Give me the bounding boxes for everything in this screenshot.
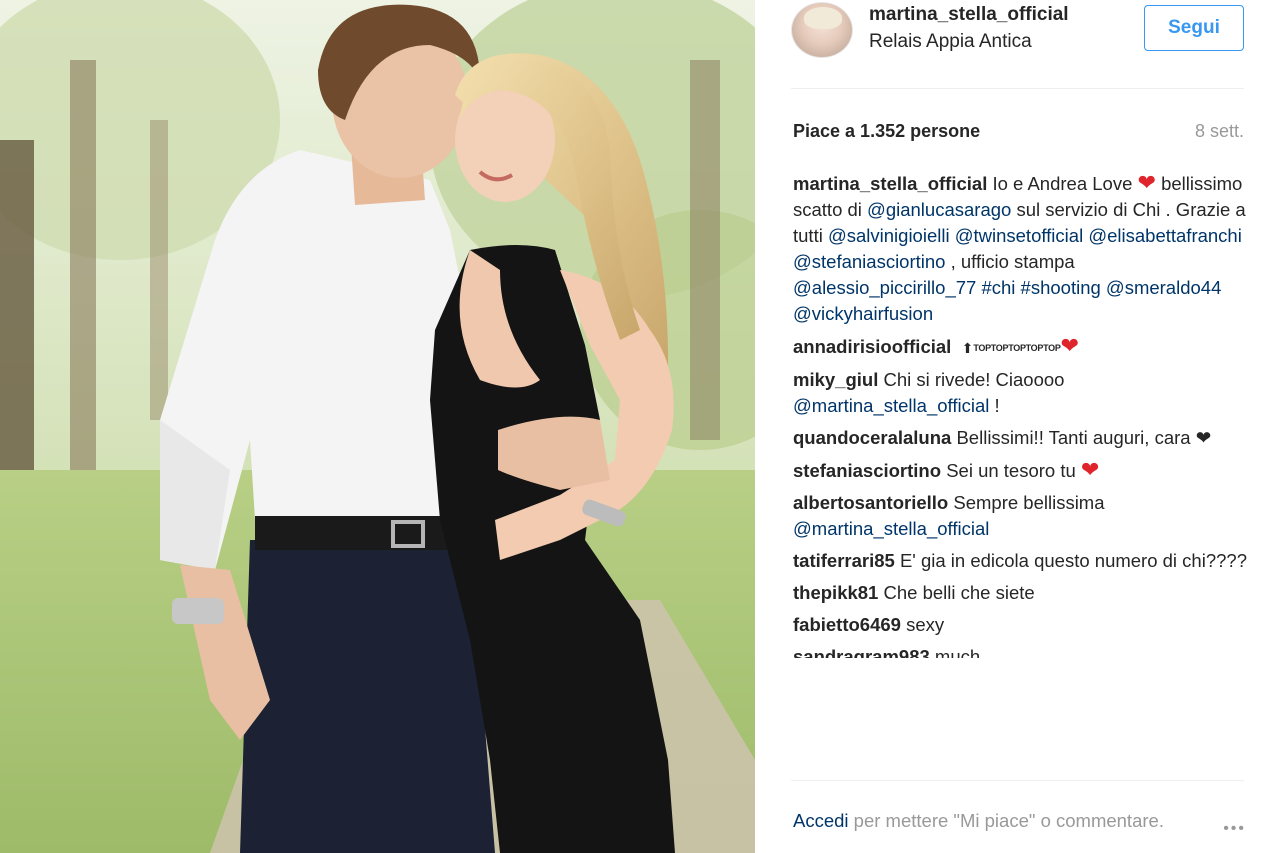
more-options-button[interactable]: •••	[1223, 820, 1246, 838]
comment-item: fabietto6469 sexy	[793, 612, 1248, 638]
caption-text: Io e Andrea Love	[987, 173, 1138, 194]
comment-item: tatiferrari85 E' gia in edicola questo n…	[793, 548, 1248, 574]
mention-link[interactable]: @twinsetofficial	[955, 225, 1083, 246]
comment-item: albertosantoriello Sempre bellissima @ma…	[793, 490, 1248, 542]
post-header: martina_stella_official Relais Appia Ant…	[755, 0, 1280, 88]
comment-text: sexy	[906, 614, 945, 635]
login-prompt-text: per mettere "Mi piace" o commentare.	[848, 810, 1164, 831]
mention-link[interactable]: @gianlucasarago	[867, 199, 1011, 220]
heart-icon: ❤	[1080, 457, 1100, 482]
comment-item: sandragram983 much	[793, 644, 1248, 658]
mention-link[interactable]: @vickyhairfusion	[793, 303, 933, 324]
comment-author[interactable]: stefaniasciortino	[793, 460, 941, 481]
mention-link[interactable]: @elisabettafranchi	[1088, 225, 1242, 246]
post-time-ago[interactable]: 8 sett.	[1195, 121, 1244, 142]
comment-author[interactable]: albertosantoriello	[793, 492, 948, 513]
heart-icon: ❤	[1060, 333, 1079, 358]
comment-author[interactable]: fabietto6469	[793, 614, 901, 635]
comment-author[interactable]: quandoceralaluna	[793, 427, 951, 448]
hashtag-link[interactable]: #shooting	[1021, 277, 1101, 298]
mention-link[interactable]: @salvinigioielli	[828, 225, 950, 246]
header-divider	[791, 88, 1244, 89]
couple-photo-illustration	[0, 0, 755, 853]
login-prompt: Accedi per mettere "Mi piace" o commenta…	[793, 808, 1193, 834]
post-details-panel: martina_stella_official Relais Appia Ant…	[755, 0, 1280, 853]
comment-text: Chi si rivede! Ciaoooo	[883, 369, 1065, 390]
comment-text: Che belli che siete	[883, 582, 1035, 603]
comment-text: Sempre bellissima	[953, 492, 1105, 513]
comment-author[interactable]: annadirisioofficial	[793, 336, 951, 357]
comment-author[interactable]: tatiferrari85	[793, 550, 895, 571]
mention-link[interactable]: @martina_stella_official	[793, 395, 989, 416]
comment-text: Bellissimi!! Tanti auguri, cara	[956, 427, 1196, 448]
follow-button[interactable]: Segui	[1144, 5, 1244, 51]
hashtag-link[interactable]: #chi	[981, 277, 1015, 298]
profile-username[interactable]: martina_stella_official	[869, 4, 1069, 26]
comment-item: annadirisioofficial ⬆TOPTOPTOPTOPTOP❤	[793, 333, 1248, 361]
caption-text: , ufficio stampa	[945, 251, 1075, 272]
comment-text: TOPTOPTOPTOPTOP	[973, 343, 1061, 353]
mention-link[interactable]: @smeraldo44	[1106, 277, 1221, 298]
mention-link[interactable]: @stefaniasciortino	[793, 251, 945, 272]
comment-item: quandoceralaluna Bellissimi!! Tanti augu…	[793, 425, 1248, 451]
up-arrow-icon: ⬆	[961, 340, 974, 356]
likes-count[interactable]: Piace a 1.352 persone	[793, 121, 980, 142]
heart-icon: ❤	[1137, 170, 1156, 195]
comment-text: Sei un tesoro tu	[946, 460, 1081, 481]
comment-author[interactable]: sandragram983	[793, 646, 930, 658]
comment-text: E' gia in edicola questo numero di chi??…	[899, 550, 1247, 571]
comments-list[interactable]: martina_stella_official Io e Andrea Love…	[793, 170, 1248, 778]
caption-author[interactable]: martina_stella_official	[793, 173, 987, 194]
comment-item: thepikk81 Che belli che siete	[793, 580, 1248, 606]
mention-link[interactable]: @alessio_piccirillo_77	[793, 277, 976, 298]
caption: martina_stella_official Io e Andrea Love…	[793, 170, 1248, 327]
login-link[interactable]: Accedi	[793, 810, 849, 831]
comment-text: !	[989, 395, 1000, 416]
comment-text: much	[934, 646, 981, 658]
mention-link[interactable]: @martina_stella_official	[793, 518, 989, 539]
comment-item: stefaniasciortino Sei un tesoro tu ❤	[793, 457, 1248, 484]
black-heart-icon: ❤	[1195, 427, 1212, 448]
footer-divider	[791, 780, 1244, 781]
profile-avatar[interactable]	[791, 2, 853, 58]
post-location[interactable]: Relais Appia Antica	[869, 31, 1032, 53]
post-photo	[0, 0, 755, 853]
comment-author[interactable]: thepikk81	[793, 582, 878, 603]
comment-author[interactable]: miky_giul	[793, 369, 878, 390]
comment-item: miky_giul Chi si rivede! Ciaoooo @martin…	[793, 367, 1248, 419]
